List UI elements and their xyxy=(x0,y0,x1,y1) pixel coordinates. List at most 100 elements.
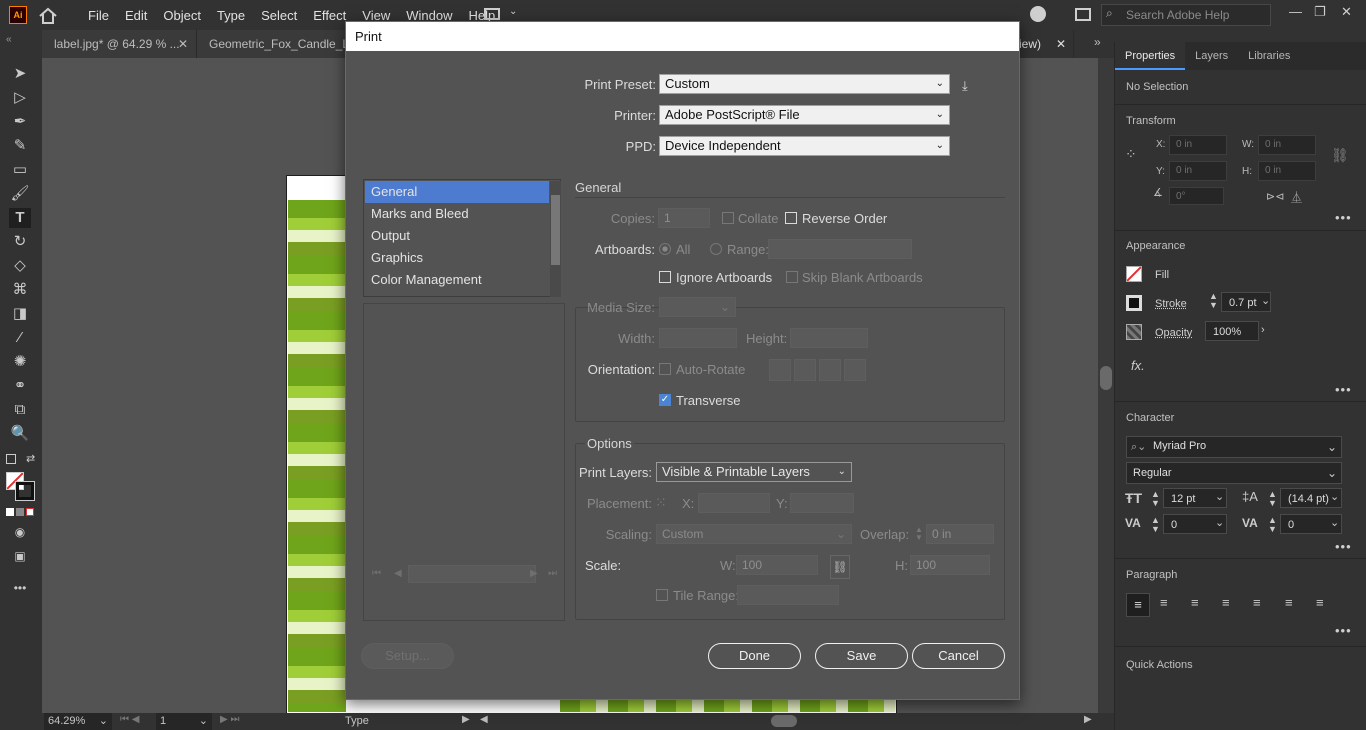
scale-h-field[interactable]: 100 xyxy=(910,555,990,575)
paintbrush-tool-icon[interactable]: 🖌 xyxy=(9,184,31,204)
tab-geometric-fox[interactable]: Geometric_Fox_Candle_Lab xyxy=(197,30,347,58)
h-field[interactable]: 0 in xyxy=(1258,161,1316,181)
selection-tool-icon[interactable]: ➤ xyxy=(9,64,31,84)
done-button[interactable]: Done xyxy=(708,643,801,669)
justify-all-icon[interactable]: ≡ xyxy=(1316,595,1324,610)
rotate-angle-field[interactable]: 0° xyxy=(1169,187,1224,205)
reverse-order-checkbox[interactable] xyxy=(785,212,797,224)
scroll-thumb[interactable] xyxy=(1100,366,1112,390)
chevron-down-icon[interactable]: ⌄ xyxy=(1327,466,1337,480)
justify-right-icon[interactable]: ≡ xyxy=(1285,595,1293,610)
menu-object[interactable]: Object xyxy=(155,8,209,23)
curvature-tool-icon[interactable]: ✎ xyxy=(9,136,31,156)
close-tab-icon[interactable]: ✕ xyxy=(1056,30,1066,58)
artboards-all-radio[interactable] xyxy=(659,243,671,255)
skip-blank-artboards-checkbox[interactable] xyxy=(786,271,798,283)
portrait-orientation-icon[interactable] xyxy=(769,359,791,381)
shape-builder-tool-icon[interactable]: ⚭ xyxy=(9,376,31,396)
placement-x-field[interactable] xyxy=(698,493,770,513)
category-color-management[interactable]: Color Management xyxy=(365,269,549,291)
tab-active-document[interactable]: iew) ✕ xyxy=(1019,30,1074,58)
placement-grid-icon[interactable]: ⁙ xyxy=(655,494,667,511)
close-tab-icon[interactable]: ✕ xyxy=(178,30,188,58)
stroke-swatch-icon[interactable] xyxy=(1126,295,1142,311)
setup-button[interactable]: Setup... xyxy=(361,643,454,669)
tab-layers[interactable]: Layers xyxy=(1185,42,1238,70)
none-mode-icon[interactable] xyxy=(26,508,34,516)
last-page-icon[interactable]: ⏭ xyxy=(548,568,557,579)
collate-checkbox[interactable] xyxy=(722,212,734,224)
y-field[interactable]: 0 in xyxy=(1169,161,1227,181)
screen-mode-icon[interactable]: ▣ xyxy=(9,546,31,566)
media-size-select[interactable]: ⌄ xyxy=(659,297,736,317)
artboards-range-radio[interactable] xyxy=(710,243,722,255)
zoom-tool-icon[interactable]: 🔍 xyxy=(9,424,31,444)
menu-file[interactable]: File xyxy=(80,8,117,23)
pen-tool-icon[interactable]: ✒ xyxy=(9,112,31,132)
w-field[interactable]: 0 in xyxy=(1258,135,1316,155)
category-marks-and-bleed[interactable]: Marks and Bleed xyxy=(365,203,549,225)
category-graphics[interactable]: Graphics xyxy=(365,247,549,269)
chevron-down-icon[interactable]: ⌄ xyxy=(1330,490,1339,503)
direct-selection-tool-icon[interactable]: ▷ xyxy=(9,88,31,108)
more-options-icon[interactable]: ••• xyxy=(1335,382,1352,397)
tracking-stepper-icon[interactable]: ▲ ▼ xyxy=(1268,516,1277,534)
overlap-stepper-icon[interactable]: ▲ ▼ xyxy=(915,526,923,542)
next-page-icon[interactable]: ▶ xyxy=(530,568,538,579)
page-field[interactable] xyxy=(408,565,536,583)
gradient-mode-icon[interactable] xyxy=(16,508,24,516)
arrange-documents-icon[interactable] xyxy=(1075,8,1091,21)
print-preset-select[interactable]: Custom ⌄ xyxy=(659,74,950,94)
gradient-tool-icon[interactable]: ◨ xyxy=(9,304,31,324)
list-scroll-thumb[interactable] xyxy=(551,195,560,265)
close-icon[interactable]: ✕ xyxy=(1341,4,1352,20)
collapse-toolbar-icon[interactable]: « xyxy=(6,34,12,45)
font-size-stepper-icon[interactable]: ▲ ▼ xyxy=(1151,490,1160,508)
chevron-down-icon[interactable]: ⌄ xyxy=(1215,516,1224,529)
stroke-label[interactable]: Stroke xyxy=(1155,298,1187,310)
print-layers-select[interactable]: Visible & Printable Layers ⌄ xyxy=(656,462,852,482)
draw-mode-icon[interactable]: ◉ xyxy=(9,522,31,542)
zoom-level-field[interactable]: 64.29% ⌄ xyxy=(44,713,112,730)
kerning-stepper-icon[interactable]: ▲ ▼ xyxy=(1151,516,1160,534)
opacity-label[interactable]: Opacity xyxy=(1155,327,1192,339)
rectangle-tool-icon[interactable]: ▭ xyxy=(9,160,31,180)
tile-range-field[interactable] xyxy=(737,585,839,605)
restore-icon[interactable]: ❐ xyxy=(1314,4,1326,20)
search-input[interactable]: Search Adobe Help xyxy=(1101,4,1271,26)
printer-select[interactable]: Adobe PostScript® File ⌄ xyxy=(659,105,950,125)
align-center-icon[interactable]: ≡ xyxy=(1160,595,1168,610)
ignore-artboards-checkbox[interactable] xyxy=(659,271,671,283)
overlap-field[interactable]: 0 in xyxy=(926,524,994,544)
landscape-flipped-orientation-icon[interactable] xyxy=(844,359,866,381)
tab-properties[interactable]: Properties xyxy=(1115,42,1185,70)
symbol-sprayer-tool-icon[interactable]: ✺ xyxy=(9,352,31,372)
placement-y-field[interactable] xyxy=(790,493,854,513)
x-field[interactable]: 0 in xyxy=(1169,135,1227,155)
first-artboard-icon[interactable]: ⏮ ◀ xyxy=(120,714,139,725)
height-field[interactable] xyxy=(790,328,868,348)
chevron-down-icon[interactable]: ⌄ xyxy=(1327,440,1337,454)
first-page-icon[interactable]: ⏮ xyxy=(372,568,381,579)
prev-page-icon[interactable]: ◀ xyxy=(394,568,402,579)
copies-field[interactable]: 1 xyxy=(658,208,710,228)
workspace-switcher-icon[interactable] xyxy=(484,8,500,20)
justify-center-icon[interactable]: ≡ xyxy=(1253,595,1261,610)
tab-libraries[interactable]: Libraries xyxy=(1238,42,1300,70)
chevron-down-icon[interactable]: ⌄ xyxy=(509,6,517,17)
justify-left-icon[interactable]: ≡ xyxy=(1222,595,1230,610)
user-account-icon[interactable] xyxy=(1030,6,1046,22)
effects-icon[interactable]: fx. xyxy=(1131,358,1145,373)
constrain-proportions-icon[interactable]: ⛓ xyxy=(1331,147,1349,164)
tab-label-jpg[interactable]: label.jpg* @ 64.29 % ... ✕ xyxy=(42,30,197,58)
last-artboard-icon[interactable]: ▶ ⏭ xyxy=(220,714,239,725)
default-colors-icon[interactable] xyxy=(6,454,16,464)
save-button[interactable]: Save xyxy=(815,643,908,669)
flip-horizontal-icon[interactable]: ⊳⊲ xyxy=(1266,190,1284,203)
chevron-down-icon[interactable]: ⌄ xyxy=(1215,490,1224,503)
vertical-scrollbar[interactable] xyxy=(1098,58,1114,713)
menu-edit[interactable]: Edit xyxy=(117,8,155,23)
more-options-icon[interactable]: ••• xyxy=(1335,623,1352,638)
home-icon[interactable] xyxy=(38,7,58,24)
list-scrollbar[interactable] xyxy=(550,181,561,297)
